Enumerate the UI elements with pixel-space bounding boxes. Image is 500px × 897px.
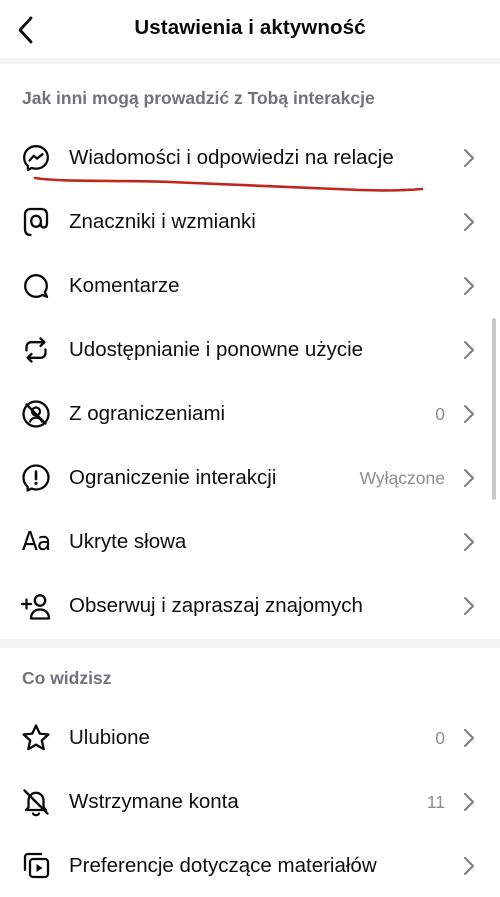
settings-item-label: Komentarze [69, 274, 180, 297]
settings-item-restricted[interactable]: Z ograniczeniami 0 [0, 382, 500, 446]
alert-icon [20, 462, 52, 494]
settings-item-label: Z ograniczeniami [69, 402, 226, 425]
settings-item-muted-accounts[interactable]: Wstrzymane konta 11 [0, 770, 500, 834]
settings-item-label: Ulubione [69, 726, 150, 749]
comment-icon [20, 270, 52, 302]
limit-status: Wyłączone [359, 467, 445, 488]
restricted-icon [20, 398, 52, 430]
messenger-icon [20, 142, 52, 174]
chevron-right-icon [464, 405, 474, 423]
settings-item-messages[interactable]: Wiadomości i odpowiedzi na relacje [0, 126, 500, 190]
at-sign-icon [20, 206, 52, 238]
settings-item-limit-interactions[interactable]: Ograniczenie interakcji Wyłączone [0, 446, 500, 510]
settings-item-tags-mentions[interactable]: Znaczniki i wzmianki [0, 190, 500, 254]
star-icon [20, 722, 52, 754]
section-divider [0, 639, 500, 648]
settings-item-hidden-words[interactable]: Aa Ukryte słowa [0, 510, 500, 574]
settings-item-label: Znaczniki i wzmianki [69, 210, 256, 233]
restricted-count: 0 [435, 403, 445, 424]
scroll-indicator[interactable] [492, 318, 496, 500]
settings-item-label: Ukryte słowa [69, 530, 187, 553]
favorites-count: 0 [435, 727, 445, 748]
section-header-interactions: Jak inni mogą prowadzić z Tobą interakcj… [22, 88, 375, 108]
text-aa-glyph: Aa [21, 527, 51, 557]
muted-bell-icon [20, 786, 52, 818]
media-icon [20, 850, 52, 882]
chevron-right-icon [464, 277, 474, 295]
settings-item-label: Preferencje dotyczące materiałów [69, 854, 377, 877]
settings-item-sharing-remix[interactable]: Udostępnianie i ponowne użycie [0, 318, 500, 382]
repost-icon [20, 334, 52, 366]
section-header-what-you-see: Co widzisz [22, 668, 112, 688]
chevron-right-icon [464, 729, 474, 747]
chevron-right-icon [464, 857, 474, 875]
chevron-right-icon [464, 149, 474, 167]
muted-count: 11 [426, 791, 445, 812]
settings-item-label: Wiadomości i odpowiedzi na relacje [69, 146, 394, 169]
settings-item-comments[interactable]: Komentarze [0, 254, 500, 318]
chevron-right-icon [464, 341, 474, 359]
settings-item-label: Ograniczenie interakcji [69, 466, 277, 489]
settings-item-label: Wstrzymane konta [69, 790, 239, 813]
top-bar: Ustawienia i aktywność [0, 0, 500, 58]
chevron-right-icon [464, 597, 474, 615]
add-person-icon [20, 590, 52, 622]
settings-item-label: Obserwuj i zapraszaj znajomych [69, 594, 363, 617]
settings-item-content-preferences[interactable]: Preferencje dotyczące materiałów [0, 834, 500, 897]
page-title: Ustawienia i aktywność [134, 16, 366, 39]
chevron-right-icon [464, 213, 474, 231]
chevron-right-icon [464, 469, 474, 487]
text-aa-icon: Aa [20, 526, 52, 558]
settings-item-follow-invite[interactable]: Obserwuj i zapraszaj znajomych [0, 574, 500, 638]
settings-item-favorites[interactable]: Ulubione 0 [0, 706, 500, 770]
chevron-right-icon [464, 793, 474, 811]
header-divider [0, 58, 500, 64]
settings-item-label: Udostępnianie i ponowne użycie [69, 338, 364, 361]
chevron-right-icon [464, 533, 474, 551]
